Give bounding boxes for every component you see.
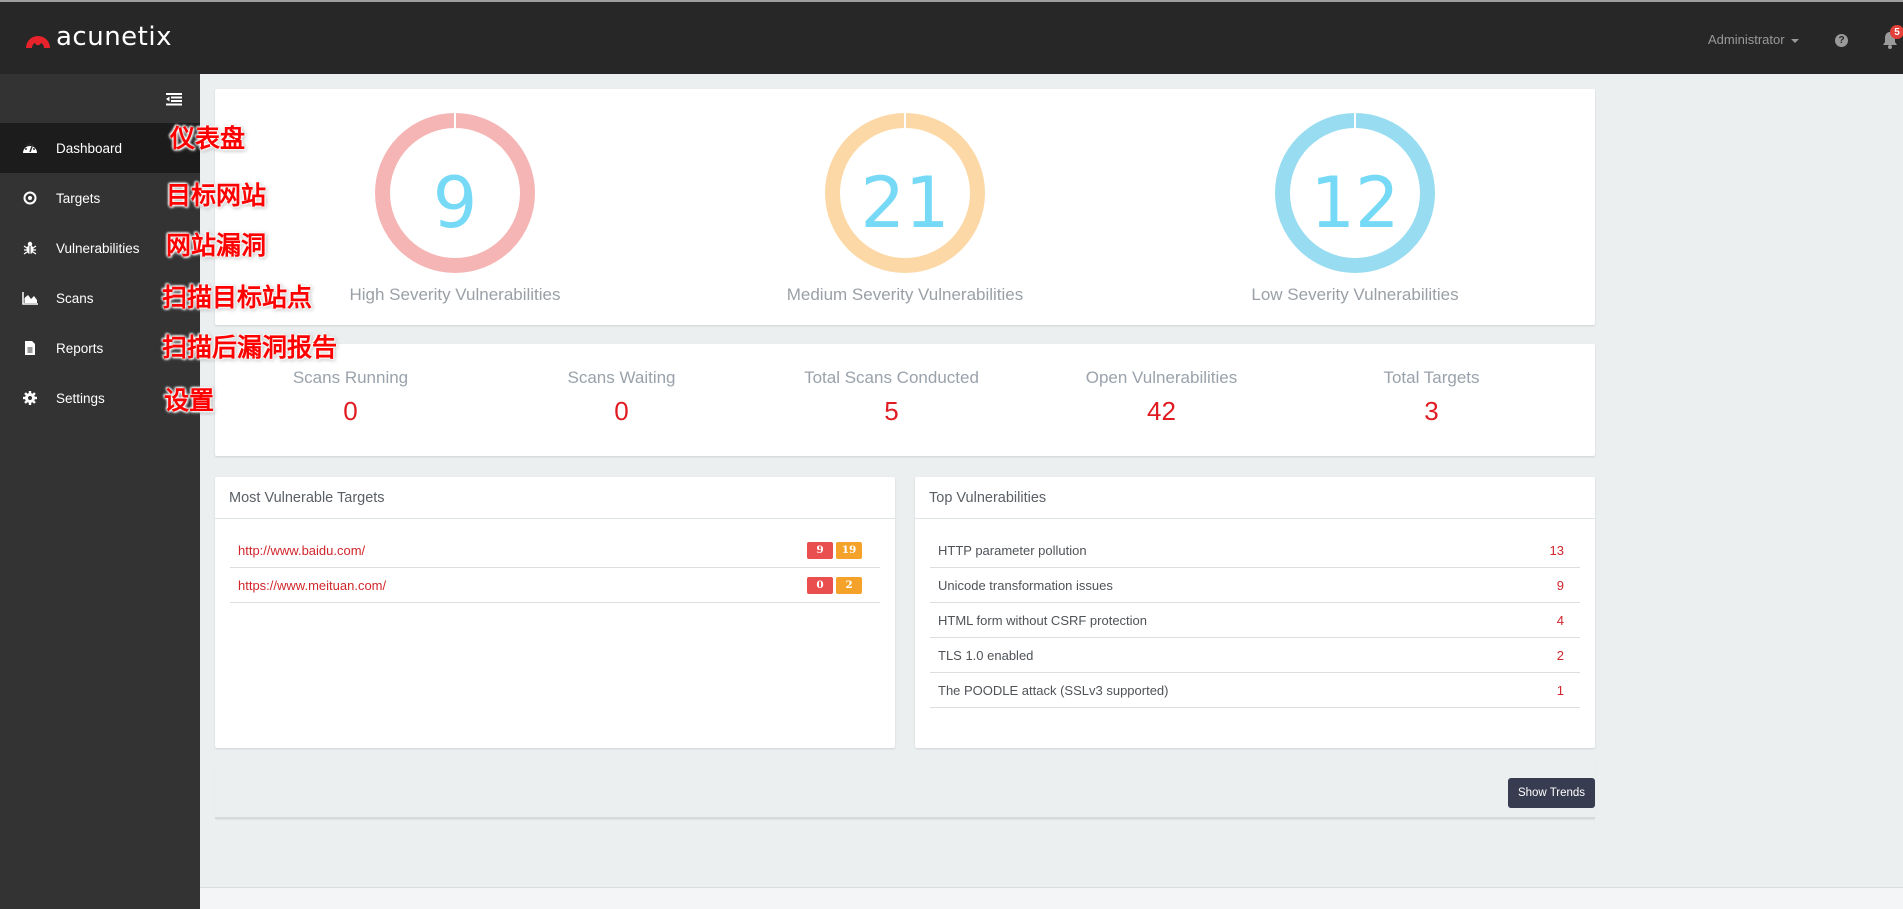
panel-title: Most Vulnerable Targets	[215, 477, 895, 519]
target-row: http://www.baidu.com/ 9 19	[230, 533, 880, 568]
notification-count-badge: 5	[1890, 25, 1903, 39]
sidebar-item-label: Dashboard	[56, 140, 123, 156]
top-vulnerabilities-panel: Top Vulnerabilities HTTP parameter pollu…	[915, 477, 1595, 748]
vulnerability-count: 4	[1556, 612, 1564, 628]
stat-value: 0	[343, 396, 358, 426]
sidebar-item-label: Reports	[56, 340, 104, 356]
vulnerability-row[interactable]: TLS 1.0 enabled 2	[930, 638, 1580, 673]
target-link[interactable]: https://www.meituan.com/	[238, 578, 386, 593]
gear-icon	[23, 391, 37, 405]
severity-badges: 9 19	[807, 541, 872, 559]
most-vulnerable-targets-panel: Most Vulnerable Targets http://www.baidu…	[215, 477, 895, 748]
sidebar-item-label: Vulnerabilities	[56, 240, 140, 256]
help-icon[interactable]: ?	[1835, 34, 1848, 47]
stat-total-targets[interactable]: Total Targets 3	[1296, 368, 1567, 428]
footer	[200, 887, 1903, 909]
panel-title: Top Vulnerabilities	[915, 477, 1595, 519]
acunetix-logo-icon	[26, 36, 50, 48]
severity-summary-panel: 9 High Severity Vulnerabilities 21 Mediu…	[215, 89, 1595, 325]
stat-open-vulnerabilities[interactable]: Open Vulnerabilities 42	[1026, 368, 1297, 428]
collapse-sidebar-icon[interactable]	[166, 92, 182, 106]
target-row: https://www.meituan.com/ 0 2	[230, 568, 880, 603]
sidebar-item-label: Settings	[56, 390, 105, 406]
vulnerability-row[interactable]: Unicode transformation issues 9	[930, 568, 1580, 603]
vulnerability-name: HTTP parameter pollution	[938, 542, 1087, 558]
high-severity-label: High Severity Vulnerabilities	[349, 285, 561, 304]
show-trends-button[interactable]: Show Trends	[1508, 778, 1595, 808]
acunetix-logo[interactable]: acunetix	[24, 22, 172, 52]
annotation-vulnerabilities: 网站漏洞	[166, 231, 267, 260]
stat-label: Scans Waiting	[567, 368, 676, 387]
medium-severity-count: 21	[860, 162, 950, 244]
stat-scans-running[interactable]: Scans Running 0	[215, 368, 486, 428]
top-header: acunetix Administrator ? 5	[0, 0, 1903, 74]
sidebar-nav: Dashboard Targets Vulnerabilities Scans …	[0, 123, 200, 423]
bug-icon	[23, 241, 37, 255]
vulnerability-name: TLS 1.0 enabled	[938, 647, 1034, 663]
low-severity-count: 12	[1310, 162, 1400, 244]
vulnerability-name: HTML form without CSRF protection	[938, 612, 1148, 628]
annotation-scans: 扫描目标站点	[162, 283, 313, 312]
area-chart-icon	[22, 292, 38, 305]
vulnerability-name: Unicode transformation issues	[938, 577, 1113, 593]
vulnerability-row[interactable]: HTML form without CSRF protection 4	[930, 603, 1580, 638]
annotation-dashboard: 仪表盘	[170, 124, 246, 153]
vulnerability-list: HTTP parameter pollution 13 Unicode tran…	[930, 533, 1580, 708]
dashboard-gauge-icon	[23, 143, 37, 153]
scan-stats-panel: Scans Running 0 Scans Waiting 0 Total Sc…	[215, 344, 1595, 456]
annotation-settings: 设置	[164, 386, 215, 415]
medium-severity-card[interactable]: 21 Medium Severity Vulnerabilities	[755, 89, 1055, 325]
sidebar-item-label: Scans	[56, 290, 94, 306]
sidebar-item-label: Targets	[56, 190, 101, 206]
vulnerability-row[interactable]: The POODLE attack (SSLv3 supported) 1	[930, 673, 1580, 708]
stat-label: Total Targets	[1383, 368, 1480, 387]
high-severity-count: 9	[432, 162, 478, 244]
stat-value: 5	[884, 396, 899, 426]
stat-total-scans[interactable]: Total Scans Conducted 5	[756, 368, 1027, 428]
annotation-reports: 扫描后漏洞报告	[162, 333, 338, 362]
low-severity-card[interactable]: 12 Low Severity Vulnerabilities	[1205, 89, 1505, 325]
target-list: http://www.baidu.com/ 9 19 https://www.m…	[230, 533, 880, 603]
stat-label: Open Vulnerabilities	[1085, 368, 1238, 387]
logo-text: acunetix	[56, 22, 172, 52]
user-menu-label: Administrator	[1708, 32, 1785, 47]
stat-label: Scans Running	[292, 368, 409, 387]
caret-down-icon	[1790, 38, 1799, 43]
vulnerability-count: 2	[1556, 647, 1564, 663]
vulnerability-name: The POODLE attack (SSLv3 supported)	[938, 682, 1169, 698]
medium-count-badge[interactable]: 2	[836, 576, 862, 594]
vulnerability-count: 1	[1556, 682, 1564, 698]
medium-severity-label: Medium Severity Vulnerabilities	[786, 285, 1024, 304]
stat-value: 0	[614, 396, 629, 426]
annotation-targets: 目标网站	[166, 181, 267, 210]
user-menu[interactable]: Administrator	[1708, 32, 1799, 47]
vulnerability-row[interactable]: HTTP parameter pollution 13	[930, 533, 1580, 568]
stat-label: Total Scans Conducted	[804, 368, 979, 387]
severity-badges: 0 2	[807, 576, 872, 594]
high-severity-card[interactable]: 9 High Severity Vulnerabilities	[305, 89, 605, 325]
high-count-badge[interactable]: 9	[807, 541, 833, 559]
target-icon	[23, 191, 37, 205]
vulnerability-count: 9	[1556, 577, 1564, 593]
low-severity-label: Low Severity Vulnerabilities	[1251, 285, 1459, 304]
stat-scans-waiting[interactable]: Scans Waiting 0	[486, 368, 757, 428]
document-icon	[25, 341, 35, 355]
medium-count-badge[interactable]: 19	[836, 541, 862, 559]
high-count-badge[interactable]: 0	[807, 576, 833, 594]
trends-bar: Show Trends	[215, 760, 1595, 819]
stat-value: 3	[1424, 396, 1439, 426]
vulnerability-count: 13	[1549, 542, 1564, 558]
stat-value: 42	[1147, 396, 1176, 426]
target-link[interactable]: http://www.baidu.com/	[238, 543, 365, 558]
